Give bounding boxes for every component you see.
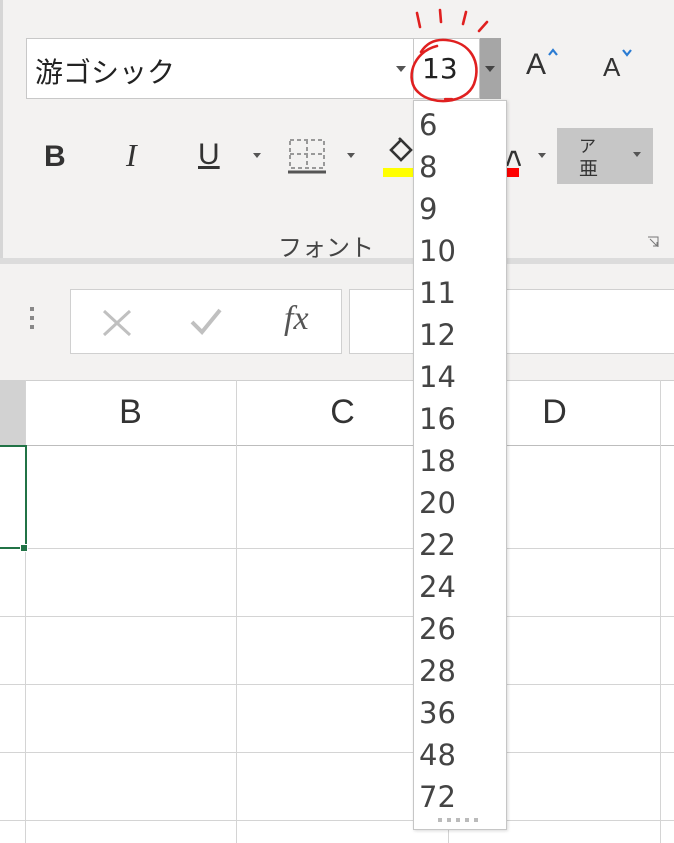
insert-function-button[interactable]: fx: [284, 300, 309, 338]
font-size-option[interactable]: 24: [419, 570, 456, 604]
caret-down-icon: [622, 49, 632, 57]
formula-input[interactable]: [349, 289, 674, 354]
chevron-down-icon[interactable]: [396, 66, 406, 72]
x-icon[interactable]: [101, 308, 133, 338]
font-size-dropdown-button[interactable]: [480, 38, 501, 99]
gridline: [0, 684, 674, 685]
dialog-launcher-icon[interactable]: [647, 236, 659, 248]
font-size-option[interactable]: 28: [419, 654, 456, 688]
phonetic-bottom-label: 亜: [579, 158, 599, 180]
font-size-option[interactable]: 12: [419, 318, 456, 352]
phonetic-dropdown-icon[interactable]: [633, 152, 641, 157]
increase-font-label: A: [526, 48, 547, 81]
drag-handle-icon[interactable]: [30, 307, 34, 334]
increase-font-size-button[interactable]: A: [520, 44, 570, 88]
font-size-option[interactable]: 6: [419, 108, 437, 142]
caret-up-icon: [548, 48, 558, 56]
font-size-option[interactable]: 20: [419, 486, 456, 520]
bold-button[interactable]: B: [44, 140, 84, 174]
font-size-option[interactable]: 18: [419, 444, 456, 478]
underline-button[interactable]: U: [198, 138, 228, 172]
font-size-option[interactable]: 22: [419, 528, 456, 562]
font-size-option[interactable]: 8: [419, 150, 437, 184]
font-size-option[interactable]: 26: [419, 612, 456, 646]
gridline: [0, 548, 674, 549]
italic-button[interactable]: I: [126, 137, 156, 174]
font-size-option[interactable]: 9: [419, 192, 437, 226]
phonetic-guide-button[interactable]: ア 亜: [557, 128, 653, 184]
font-group-label: フォント: [278, 234, 374, 262]
font-size-option[interactable]: 14: [419, 360, 456, 394]
font-size-list: 6 8 9 10 11 12 14 16 18 20 22 24 26 28 3…: [413, 100, 507, 830]
fill-color-swatch: [383, 168, 413, 177]
gridline: [0, 820, 674, 821]
font-size-option[interactable]: 72: [419, 780, 456, 814]
column-header-b[interactable]: B: [25, 381, 236, 447]
font-name-combobox[interactable]: 游ゴシック: [26, 38, 415, 99]
font-size-option[interactable]: 10: [419, 234, 456, 268]
check-icon[interactable]: [189, 306, 223, 338]
selected-cell[interactable]: [0, 445, 27, 549]
underline-dropdown-icon[interactable]: [253, 153, 261, 158]
borders-dropdown-icon[interactable]: [347, 153, 355, 158]
decrease-font-size-button[interactable]: A: [595, 44, 645, 88]
chevron-down-icon: [485, 66, 495, 72]
column-headers: B C D: [0, 380, 674, 446]
ribbon-divider: [0, 0, 3, 258]
gridline: [0, 616, 674, 617]
font-size-option[interactable]: 36: [419, 696, 456, 730]
font-color-icon[interactable]: [505, 150, 521, 166]
gridline: [236, 380, 237, 843]
font-size-option[interactable]: 16: [419, 402, 456, 436]
font-size-option[interactable]: 48: [419, 738, 456, 772]
font-size-value: 13: [422, 52, 458, 85]
formula-buttons: fx: [70, 289, 342, 354]
gridline: [0, 752, 674, 753]
font-name-value: 游ゴシック: [35, 56, 176, 89]
font-size-option[interactable]: 11: [419, 276, 456, 310]
fill-handle[interactable]: [20, 544, 28, 552]
resize-grip-icon[interactable]: [438, 818, 478, 822]
font-size-combobox[interactable]: 13: [413, 38, 480, 99]
column-header-a[interactable]: [0, 380, 25, 446]
borders-icon[interactable]: [288, 138, 328, 176]
font-color-dropdown-icon[interactable]: [538, 153, 546, 158]
decrease-font-label: A: [603, 52, 621, 82]
gridline: [660, 380, 661, 843]
